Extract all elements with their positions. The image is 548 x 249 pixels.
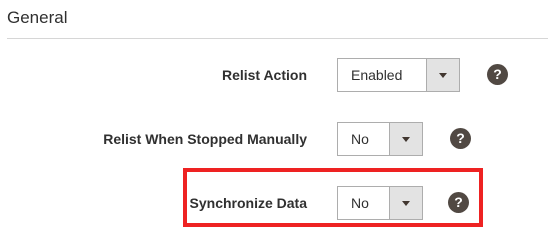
section-divider — [7, 38, 548, 39]
chevron-down-icon[interactable] — [389, 123, 422, 155]
relist-when-stopped-value: No — [351, 131, 369, 147]
section-title: General — [7, 8, 68, 27]
relist-action-value: Enabled — [351, 67, 403, 83]
settings-panel: General Relist Action Enabled ? Relist W… — [0, 0, 548, 249]
relist-action-label: Relist Action — [221, 67, 307, 83]
help-icon[interactable]: ? — [450, 128, 471, 149]
help-icon[interactable]: ? — [487, 64, 508, 85]
chevron-down-icon[interactable] — [426, 59, 459, 91]
highlight-box — [183, 168, 483, 227]
relist-when-stopped-select[interactable]: No — [337, 122, 423, 156]
relist-when-stopped-label: Relist When Stopped Manually — [103, 131, 307, 147]
relist-action-select[interactable]: Enabled — [337, 58, 460, 92]
